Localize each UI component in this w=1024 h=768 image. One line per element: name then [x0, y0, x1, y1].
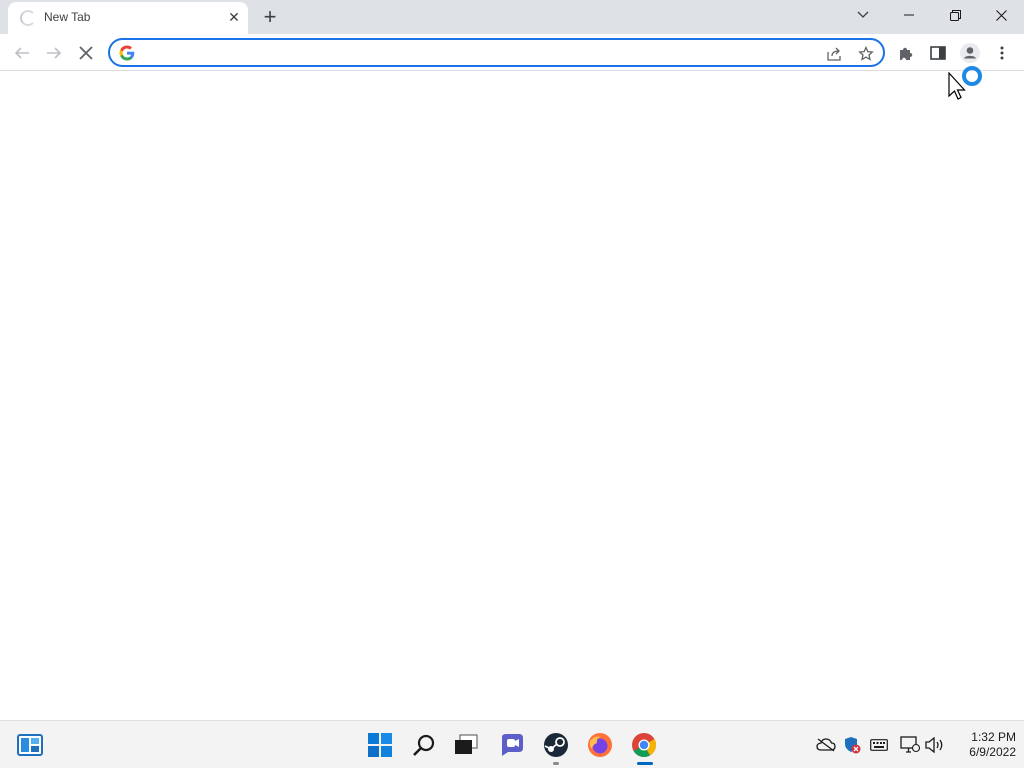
window-close-button[interactable]: [978, 0, 1024, 30]
google-g-icon: [119, 45, 135, 61]
restore-icon: [949, 9, 961, 21]
network-icon: [900, 736, 920, 753]
clock-date: 6/9/2022: [969, 745, 1016, 759]
tab-title: New Tab: [44, 10, 91, 24]
star-icon: [858, 46, 874, 61]
address-bar[interactable]: [108, 38, 885, 67]
address-input[interactable]: [144, 44, 804, 62]
chat-icon: [502, 734, 523, 756]
back-button[interactable]: [8, 39, 36, 67]
steam-button[interactable]: [540, 729, 572, 761]
chevron-down-icon: [857, 11, 869, 18]
minimize-button[interactable]: [886, 0, 932, 30]
minimize-icon: [904, 14, 914, 16]
steam-icon: [544, 733, 568, 757]
browser-menu-button[interactable]: [989, 40, 1015, 66]
clock-time: 1:32 PM: [971, 730, 1016, 744]
volume-tray-button[interactable]: [925, 735, 945, 755]
chrome-running-indicator: [637, 762, 653, 765]
back-arrow-icon: [14, 47, 29, 59]
side-panel-button[interactable]: [925, 40, 951, 66]
title-bar: New Tab ✕ +: [0, 0, 1024, 34]
file-explorer-button[interactable]: [450, 729, 482, 761]
profile-icon: [960, 43, 980, 63]
security-tray-button[interactable]: [842, 735, 862, 755]
tab-close-button[interactable]: ✕: [224, 7, 244, 27]
new-tab-button[interactable]: +: [258, 5, 282, 29]
taskbar: 1:32 PM 6/9/2022: [0, 720, 1024, 768]
share-icon: [827, 47, 841, 61]
stop-loading-icon: [79, 46, 93, 60]
network-tray-button[interactable]: [900, 735, 920, 755]
share-button[interactable]: [825, 44, 845, 64]
firefox-button[interactable]: [584, 729, 616, 761]
forward-arrow-icon: [47, 47, 62, 59]
tab-search-button[interactable]: [840, 0, 886, 30]
chrome-button[interactable]: [628, 729, 660, 761]
keyboard-tray-button[interactable]: [869, 735, 889, 755]
stop-loading-button[interactable]: [72, 39, 100, 67]
kebab-menu-icon: [1000, 46, 1004, 60]
keyboard-icon: [870, 739, 888, 751]
windows-start-icon: [368, 733, 392, 757]
widgets-button[interactable]: [14, 729, 46, 761]
busy-spinner-icon: [962, 66, 982, 86]
search-button[interactable]: [408, 729, 440, 761]
extensions-button[interactable]: [893, 40, 919, 66]
loading-spinner-icon: [20, 10, 36, 26]
start-button[interactable]: [364, 729, 396, 761]
bookmark-button[interactable]: [856, 44, 876, 64]
close-icon: [995, 9, 1007, 21]
profile-button[interactable]: [957, 40, 983, 66]
widgets-icon: [17, 734, 43, 756]
cloud-offline-icon: [816, 738, 836, 752]
restore-button[interactable]: [932, 0, 978, 30]
side-panel-icon: [930, 46, 946, 60]
shield-warning-icon: [845, 737, 861, 754]
tab-new-tab[interactable]: New Tab ✕: [8, 2, 248, 34]
chrome-icon: [632, 733, 657, 758]
onedrive-tray-button[interactable]: [816, 735, 836, 755]
forward-button[interactable]: [40, 39, 68, 67]
steam-running-indicator: [553, 762, 559, 765]
volume-icon: [925, 737, 943, 753]
chat-button[interactable]: [496, 729, 528, 761]
firefox-icon: [588, 733, 612, 757]
search-icon: [413, 734, 435, 756]
browser-toolbar: [0, 34, 1024, 71]
task-view-icon: [455, 734, 478, 754]
system-clock[interactable]: 1:32 PM 6/9/2022: [952, 730, 1016, 760]
page-content: [0, 71, 1024, 720]
puzzle-icon: [900, 47, 913, 60]
